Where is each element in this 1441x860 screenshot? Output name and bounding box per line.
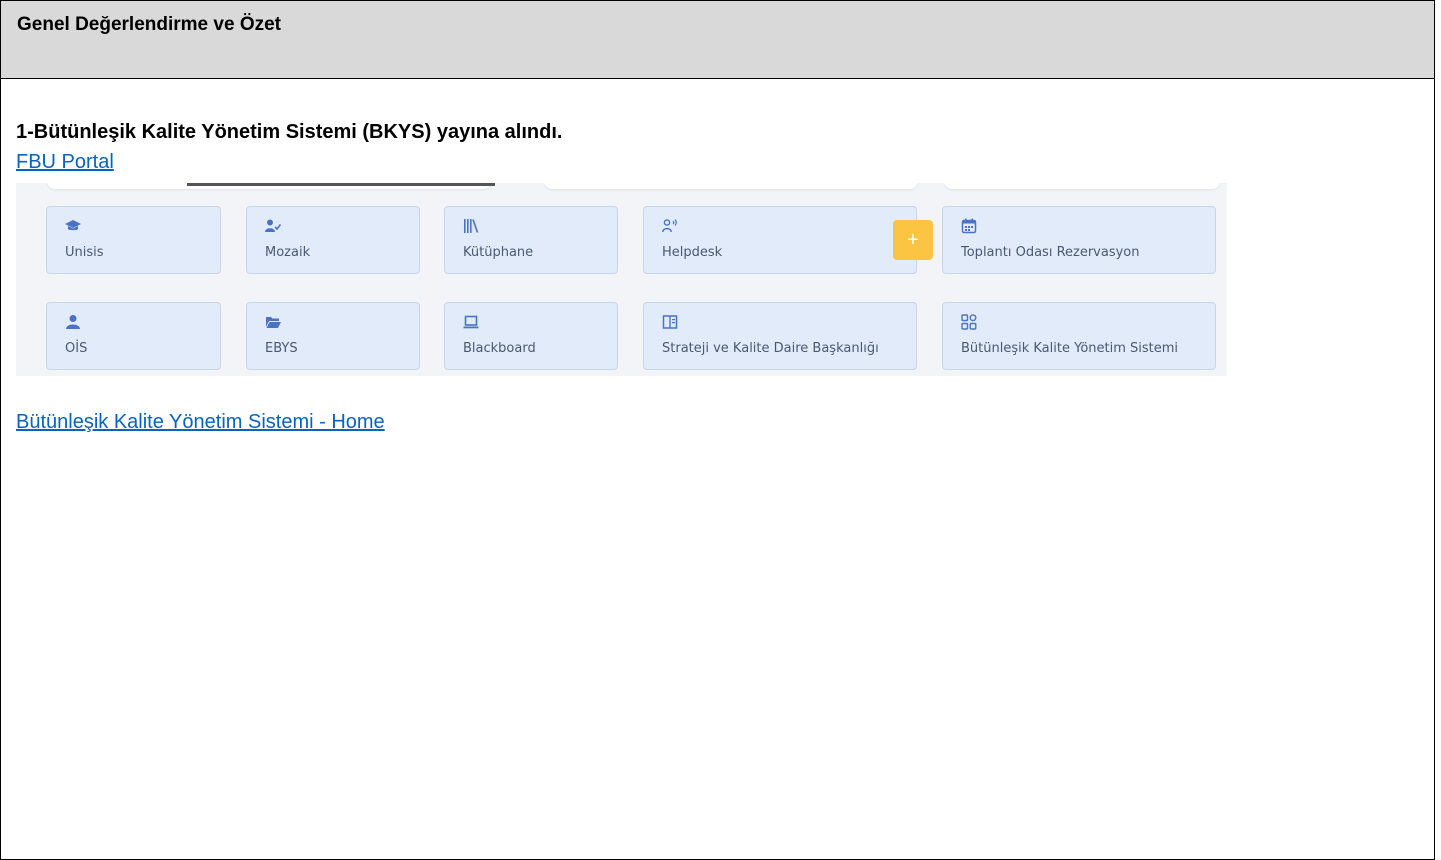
portal-tile-strateji[interactable]: Strateji ve Kalite Daire Başkanlığı bbox=[643, 302, 917, 370]
section-header: Genel Değerlendirme ve Özet bbox=[1, 1, 1434, 79]
top-card bbox=[544, 183, 918, 189]
tile-label: Unisis bbox=[65, 245, 104, 260]
portal-tile-ois[interactable]: OİS bbox=[46, 302, 221, 370]
top-card bbox=[944, 183, 1220, 189]
calendar-icon bbox=[961, 218, 977, 234]
bkys-home-link[interactable]: Bütünleşik Kalite Yönetim Sistemi - Home bbox=[16, 411, 385, 434]
portal-screenshot: Unisis Mozaik Kütüphane Helpdesk + Topla… bbox=[16, 183, 1227, 376]
section-title: Genel Değerlendirme ve Özet bbox=[17, 14, 281, 35]
portal-tile-bkys[interactable]: Bütünleşik Kalite Yönetim Sistemi bbox=[942, 302, 1216, 370]
tile-label: Blackboard bbox=[463, 341, 536, 356]
item-heading: 1-Bütünleşik Kalite Yönetim Sistemi (BKY… bbox=[16, 121, 563, 143]
fbu-portal-link[interactable]: FBU Portal bbox=[16, 151, 114, 174]
folder-open-icon bbox=[265, 314, 281, 330]
helpdesk-add-button[interactable]: + bbox=[893, 220, 933, 260]
tile-label: Toplantı Odası Rezervasyon bbox=[961, 245, 1140, 260]
user-icon bbox=[65, 314, 81, 330]
laptop-icon bbox=[463, 314, 479, 330]
portal-tile-kutuphane[interactable]: Kütüphane bbox=[444, 206, 618, 274]
support-agent-icon bbox=[662, 218, 678, 234]
portal-tile-unisis[interactable]: Unisis bbox=[46, 206, 221, 274]
tile-label: OİS bbox=[65, 341, 88, 356]
tile-label: Strateji ve Kalite Daire Başkanlığı bbox=[662, 341, 879, 356]
portal-tile-helpdesk[interactable]: Helpdesk + bbox=[643, 206, 933, 274]
tile-label: Kütüphane bbox=[463, 245, 534, 260]
tile-label: Helpdesk bbox=[662, 245, 723, 260]
library-books-icon bbox=[463, 218, 479, 234]
portal-tile-toplanti[interactable]: Toplantı Odası Rezervasyon bbox=[942, 206, 1216, 274]
tile-label: Bütünleşik Kalite Yönetim Sistemi bbox=[961, 341, 1179, 356]
tile-label: Mozaik bbox=[265, 245, 311, 260]
tile-label: EBYS bbox=[265, 341, 298, 356]
portal-tile-ebys[interactable]: EBYS bbox=[246, 302, 420, 370]
user-check-icon bbox=[265, 218, 281, 234]
graduation-cap-icon bbox=[65, 218, 81, 234]
grid-apps-icon bbox=[961, 314, 977, 330]
portal-tile-blackboard[interactable]: Blackboard bbox=[444, 302, 618, 370]
book-open-icon bbox=[662, 314, 678, 330]
portal-tile-mozaik[interactable]: Mozaik bbox=[246, 206, 420, 274]
top-bar bbox=[187, 183, 495, 186]
